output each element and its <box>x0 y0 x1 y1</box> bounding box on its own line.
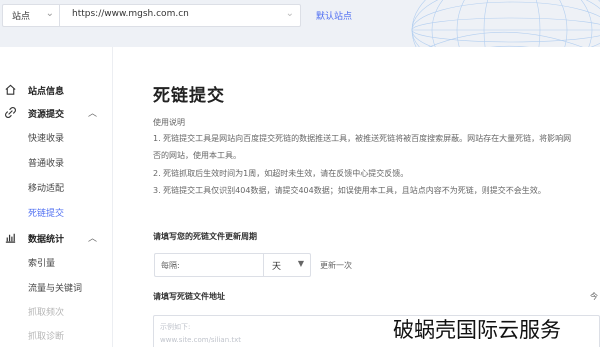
usage-instruction-line: 否的网站，使用本工具。 <box>153 151 241 160</box>
today-label: 今 <box>590 292 598 301</box>
sidebar-group-label: 站点信息 <box>28 87 65 97</box>
page-title: 死链提交 <box>153 86 225 106</box>
sidebar-item-traffic-keywords[interactable]: 流量与关键词 <box>28 281 82 294</box>
sidebar: 站点信息 资源提交 ︿ 快速收录 普通收录 移动适配 死链提交 数据统计 ︿ 索… <box>0 47 113 347</box>
textarea-placeholder-line: www.site.com/silian.txt <box>160 336 241 344</box>
update-period-input[interactable]: 每隔: <box>154 253 263 277</box>
period-unit-value: 天 <box>272 262 282 272</box>
usage-instruction-line: 2. 死链抓取后生效时间为1周，如超时未生效，请在反馈中心提交反馈。 <box>153 169 409 178</box>
sidebar-group-data-stats[interactable]: 数据统计 ︿ <box>0 228 113 248</box>
sidebar-item-index-volume[interactable]: 索引量 <box>28 256 55 269</box>
chevron-up-icon: ︿ <box>88 109 98 119</box>
sidebar-item-dead-link-submit[interactable]: 死链提交 <box>28 206 64 219</box>
site-type-label: 站点 <box>12 12 31 22</box>
globe-decoration-icon <box>411 0 600 47</box>
sidebar-item-crawl-frequency[interactable]: 抓取频次 <box>28 305 64 318</box>
home-icon <box>5 84 16 95</box>
bar-chart-icon <box>5 233 16 243</box>
sidebar-group-resource-submit[interactable]: 资源提交 ︿ <box>0 103 113 123</box>
usage-instruction-line: 1. 死链提交工具是网站向百度提交死链的数据推送工具，被推送死链将被百度搜索屏蔽… <box>153 134 572 143</box>
caret-down-icon: ▼ <box>297 259 304 268</box>
sidebar-item-fast-index[interactable]: 快速收录 <box>28 131 64 144</box>
top-bar: 站点 ⌄ https://www.mgsh.com.cn ⌄ 默认站点 <box>0 0 600 47</box>
sidebar-item-mobile-adapt[interactable]: 移动适配 <box>28 181 64 194</box>
textarea-placeholder-line: 示例如下: <box>160 323 191 331</box>
chevron-down-icon: ⌄ <box>285 8 294 19</box>
update-once-text: 更新一次 <box>320 261 352 270</box>
chevron-down-icon: ⌄ <box>45 8 54 19</box>
sidebar-item-site-info[interactable]: 站点信息 <box>0 80 113 100</box>
usage-instructions-title: 使用说明 <box>153 118 185 127</box>
chevron-up-icon: ︿ <box>88 234 98 244</box>
update-period-placeholder: 每隔: <box>161 261 180 270</box>
watermark-text: 破蜗壳国际云服务 <box>393 318 561 342</box>
sidebar-group-label: 资源提交 <box>28 110 65 120</box>
site-type-select[interactable]: 站点 ⌄ <box>2 4 60 27</box>
site-url-value: https://www.mgsh.com.cn <box>72 9 189 19</box>
sidebar-group-label: 数据统计 <box>28 235 65 245</box>
default-site-link[interactable]: 默认站点 <box>316 9 352 22</box>
sidebar-item-normal-index[interactable]: 普通收录 <box>28 156 64 169</box>
site-url-select[interactable]: https://www.mgsh.com.cn ⌄ <box>60 4 301 27</box>
main-content: 死链提交 使用说明 1. 死链提交工具是网站向百度提交死链的数据推送工具，被推送… <box>114 47 600 347</box>
dead-link-file-label: 请填写死链文件地址 <box>153 292 225 301</box>
update-period-label: 请填写您的死链文件更新周期 <box>153 232 257 241</box>
link-icon <box>5 107 16 118</box>
period-unit-select[interactable]: 天 ▼ <box>263 253 311 277</box>
sidebar-item-crawl-diagnosis[interactable]: 抓取诊断 <box>28 329 64 342</box>
usage-instruction-line: 3. 死链提交工具仅识别404数据，请提交404数据；如误使用本工具，且站点内容… <box>153 186 546 195</box>
